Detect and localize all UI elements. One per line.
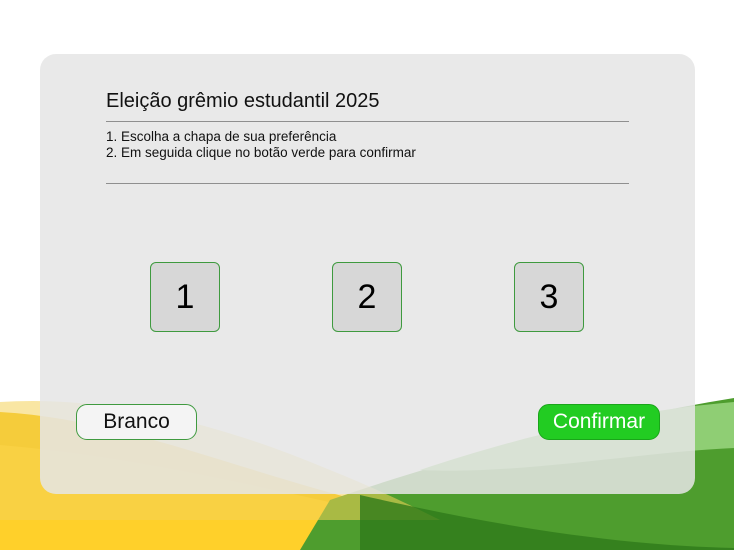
blank-vote-button[interactable]: Branco bbox=[76, 404, 197, 440]
choice-button-3[interactable]: 3 bbox=[514, 262, 584, 332]
choice-button-2[interactable]: 2 bbox=[332, 262, 402, 332]
instructions-divider bbox=[106, 183, 629, 184]
page-title: Eleição grêmio estudantil 2025 bbox=[106, 90, 380, 112]
confirm-button[interactable]: Confirmar bbox=[538, 404, 660, 440]
ballot-panel: Eleição grêmio estudantil 2025 1. Escolh… bbox=[40, 54, 695, 494]
instructions: 1. Escolha a chapa de sua preferência 2.… bbox=[106, 129, 416, 161]
instruction-step-2: 2. Em seguida clique no botão verde para… bbox=[106, 145, 416, 160]
choice-button-1[interactable]: 1 bbox=[150, 262, 220, 332]
title-divider bbox=[106, 121, 629, 122]
instruction-step-1: 1. Escolha a chapa de sua preferência bbox=[106, 129, 337, 144]
